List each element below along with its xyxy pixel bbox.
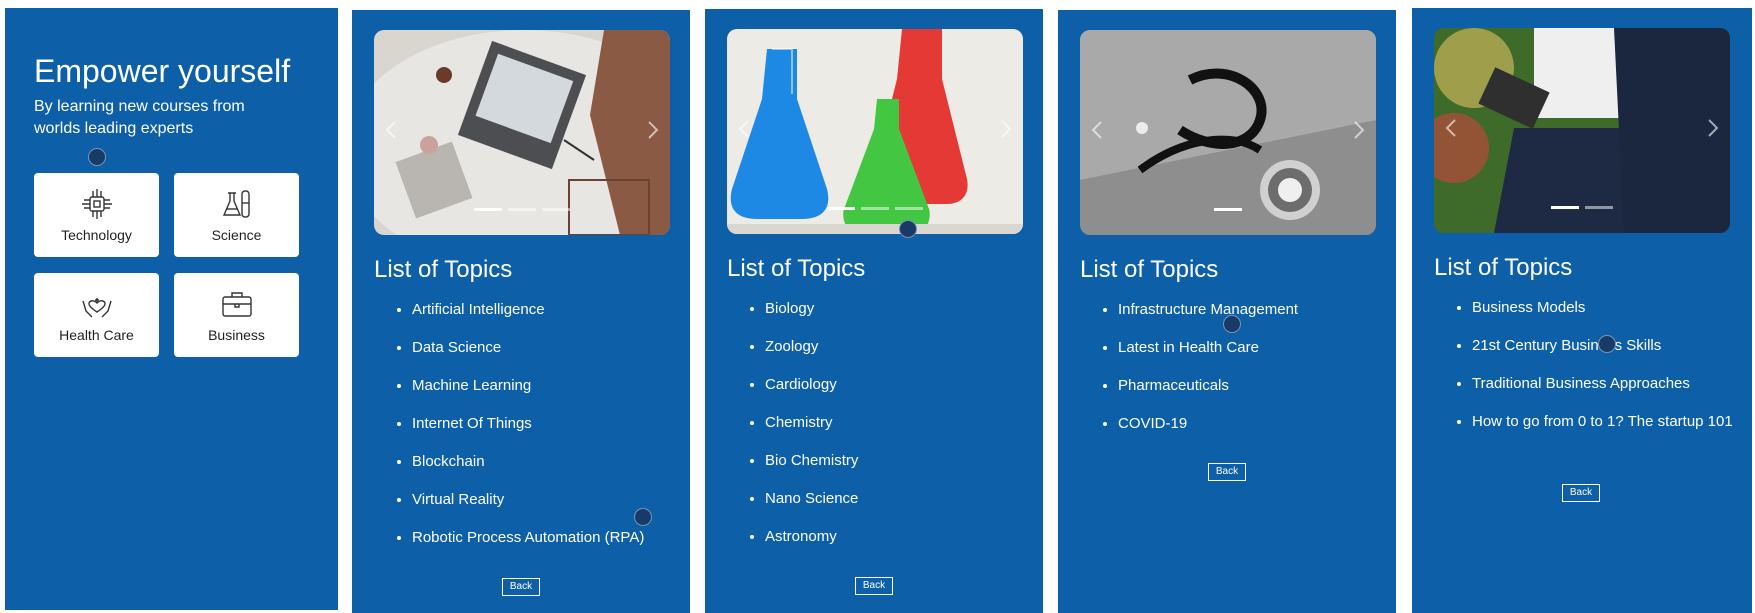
intro-subtitle: By learning new courses from worlds lead…: [34, 98, 245, 137]
topics-list: Infrastructure Management Latest in Heal…: [1080, 300, 1418, 452]
intro-panel: Empower yourself By learning new courses…: [5, 8, 338, 610]
carousel-prev-button[interactable]: [1444, 118, 1460, 138]
topics-heading: List of Topics: [1434, 254, 1573, 281]
list-item: Blockchain: [412, 452, 712, 472]
heart-hands-icon: [81, 298, 112, 318]
briefcase-icon: [221, 292, 252, 317]
carousel-indicator[interactable]: [474, 208, 502, 211]
list-item: Artificial Intelligence: [412, 300, 712, 320]
list-item: Chemistry: [765, 413, 1065, 433]
cursor-indicator: [1598, 335, 1616, 353]
list-item: Biology: [765, 299, 1065, 319]
list-item: Nano Science: [765, 489, 1065, 509]
carousel-indicators: [1214, 208, 1242, 211]
cursor-indicator: [88, 148, 106, 166]
carousel-indicator[interactable]: [861, 207, 889, 210]
back-button[interactable]: Back: [1208, 463, 1246, 481]
carousel-indicator[interactable]: [895, 207, 923, 210]
health-care-topics-panel: List of Topics Infrastructure Management…: [1058, 10, 1396, 613]
category-label: Technology: [61, 227, 132, 243]
carousel-indicator[interactable]: [508, 208, 536, 211]
back-button[interactable]: Back: [855, 577, 893, 595]
category-technology-card[interactable]: Technology: [34, 173, 159, 257]
chevron-right-icon: [1354, 121, 1365, 139]
carousel-indicator[interactable]: [1551, 206, 1579, 209]
list-item: Infrastructure Management: [1118, 300, 1418, 320]
business-tablet-photo: [1434, 28, 1730, 233]
list-item: Zoology: [765, 337, 1065, 357]
chip-icon: [81, 189, 112, 219]
carousel-indicator[interactable]: [827, 207, 855, 210]
chevron-left-icon: [1445, 119, 1456, 137]
chevron-right-icon: [1001, 120, 1012, 138]
carousel-indicators: [474, 208, 570, 211]
carousel-indicator[interactable]: [542, 208, 570, 211]
cursor-indicator: [899, 220, 917, 238]
list-item: Bio Chemistry: [765, 451, 1065, 471]
cursor-indicator: [1223, 315, 1241, 333]
category-health-care-card[interactable]: Health Care: [34, 273, 159, 357]
category-label: Science: [211, 227, 262, 243]
list-item: Internet Of Things: [412, 414, 712, 434]
flask-icon: [222, 190, 250, 218]
laptop-desk-photo: [374, 30, 670, 235]
category-label: Health Care: [59, 327, 134, 343]
list-item: Cardiology: [765, 375, 1065, 395]
category-science-card[interactable]: Science: [174, 173, 299, 257]
topics-list: Artificial Intelligence Data Science Mac…: [374, 300, 712, 566]
back-button[interactable]: Back: [502, 578, 540, 596]
list-item: Latest in Health Care: [1118, 338, 1418, 358]
list-item: COVID-19: [1118, 414, 1418, 434]
carousel-prev-button[interactable]: [737, 119, 753, 139]
chevron-left-icon: [385, 121, 396, 139]
chevron-right-icon: [648, 121, 659, 139]
carousel-indicators: [1551, 206, 1613, 209]
topics-list: Business Models 21st Century Business Sk…: [1434, 298, 1755, 450]
chemistry-flasks-photo: [727, 29, 1023, 234]
carousel-next-button[interactable]: [644, 120, 660, 140]
topics-heading: List of Topics: [374, 256, 513, 283]
list-item: How to go from 0 to 1? The startup 101: [1472, 412, 1755, 432]
topics-heading: List of Topics: [1080, 256, 1219, 283]
carousel-indicators: [827, 207, 923, 210]
list-item: Business Models: [1472, 298, 1755, 318]
back-button[interactable]: Back: [1562, 484, 1600, 502]
list-item: Astronomy: [765, 527, 1065, 547]
cursor-indicator: [634, 508, 652, 526]
list-item: Traditional Business Approaches: [1472, 374, 1755, 394]
chevron-right-icon: [1708, 119, 1719, 137]
carousel-indicator[interactable]: [1214, 208, 1242, 211]
list-item: Virtual Reality: [412, 490, 712, 510]
carousel-prev-button[interactable]: [384, 120, 400, 140]
technology-topics-panel: List of Topics Artificial Intelligence D…: [352, 10, 690, 613]
intro-title: Empower yourself: [34, 53, 291, 89]
chevron-left-icon: [1091, 121, 1102, 139]
topics-heading: List of Topics: [727, 255, 866, 282]
list-item: Pharmaceuticals: [1118, 376, 1418, 396]
carousel-next-button[interactable]: [1350, 120, 1366, 140]
category-label: Business: [208, 327, 265, 343]
carousel-next-button[interactable]: [1704, 118, 1720, 138]
carousel-next-button[interactable]: [997, 119, 1013, 139]
chevron-left-icon: [738, 120, 749, 138]
stethoscope-photo: [1080, 30, 1376, 235]
science-topics-panel: List of Topics Biology Zoology Cardiolog…: [705, 9, 1043, 613]
topics-list: Biology Zoology Cardiology Chemistry Bio…: [727, 299, 1065, 565]
list-item: Machine Learning: [412, 376, 712, 396]
list-item: Robotic Process Automation (RPA): [412, 528, 712, 548]
category-business-card[interactable]: Business: [174, 273, 299, 357]
carousel-indicator[interactable]: [1585, 206, 1613, 209]
carousel-prev-button[interactable]: [1090, 120, 1106, 140]
business-topics-panel: List of Topics Business Models 21st Cent…: [1412, 8, 1752, 613]
list-item: Data Science: [412, 338, 712, 358]
